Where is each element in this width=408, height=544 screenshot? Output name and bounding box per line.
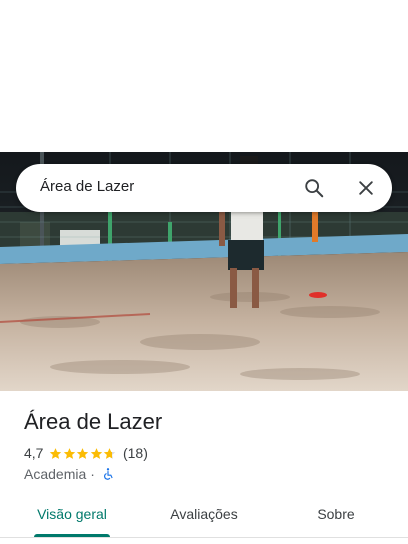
search-icon	[305, 179, 324, 198]
star-rating	[49, 447, 117, 460]
close-icon	[359, 181, 373, 195]
search-button[interactable]	[298, 172, 330, 204]
tab-about[interactable]: Sobre	[296, 495, 376, 533]
search-bar[interactable]: Área de Lazer	[16, 164, 392, 212]
rating-row[interactable]: 4,7 (18)	[24, 443, 148, 463]
category-label: Academia	[24, 466, 87, 482]
star-icon	[63, 447, 76, 459]
star-icon	[90, 447, 103, 459]
rating-value: 4,7	[24, 445, 44, 461]
close-button[interactable]	[350, 172, 382, 204]
search-input[interactable]: Área de Lazer	[40, 164, 134, 212]
half-star-icon	[104, 447, 116, 459]
tabs-divider	[0, 537, 408, 538]
place-name: Área de Lazer	[24, 409, 163, 434]
review-count: (18)	[122, 445, 148, 461]
wheelchair-icon	[101, 467, 115, 481]
place-tabs: Visão geral Avaliações Sobre	[0, 495, 408, 537]
category-row: Academia ·	[24, 464, 115, 484]
tab-reviews[interactable]: Avaliações	[152, 495, 256, 533]
tab-overview[interactable]: Visão geral	[24, 495, 120, 533]
separator-dot: ·	[90, 466, 95, 482]
star-icon	[50, 447, 62, 459]
map-area	[0, 0, 408, 152]
star-icon	[77, 447, 89, 459]
